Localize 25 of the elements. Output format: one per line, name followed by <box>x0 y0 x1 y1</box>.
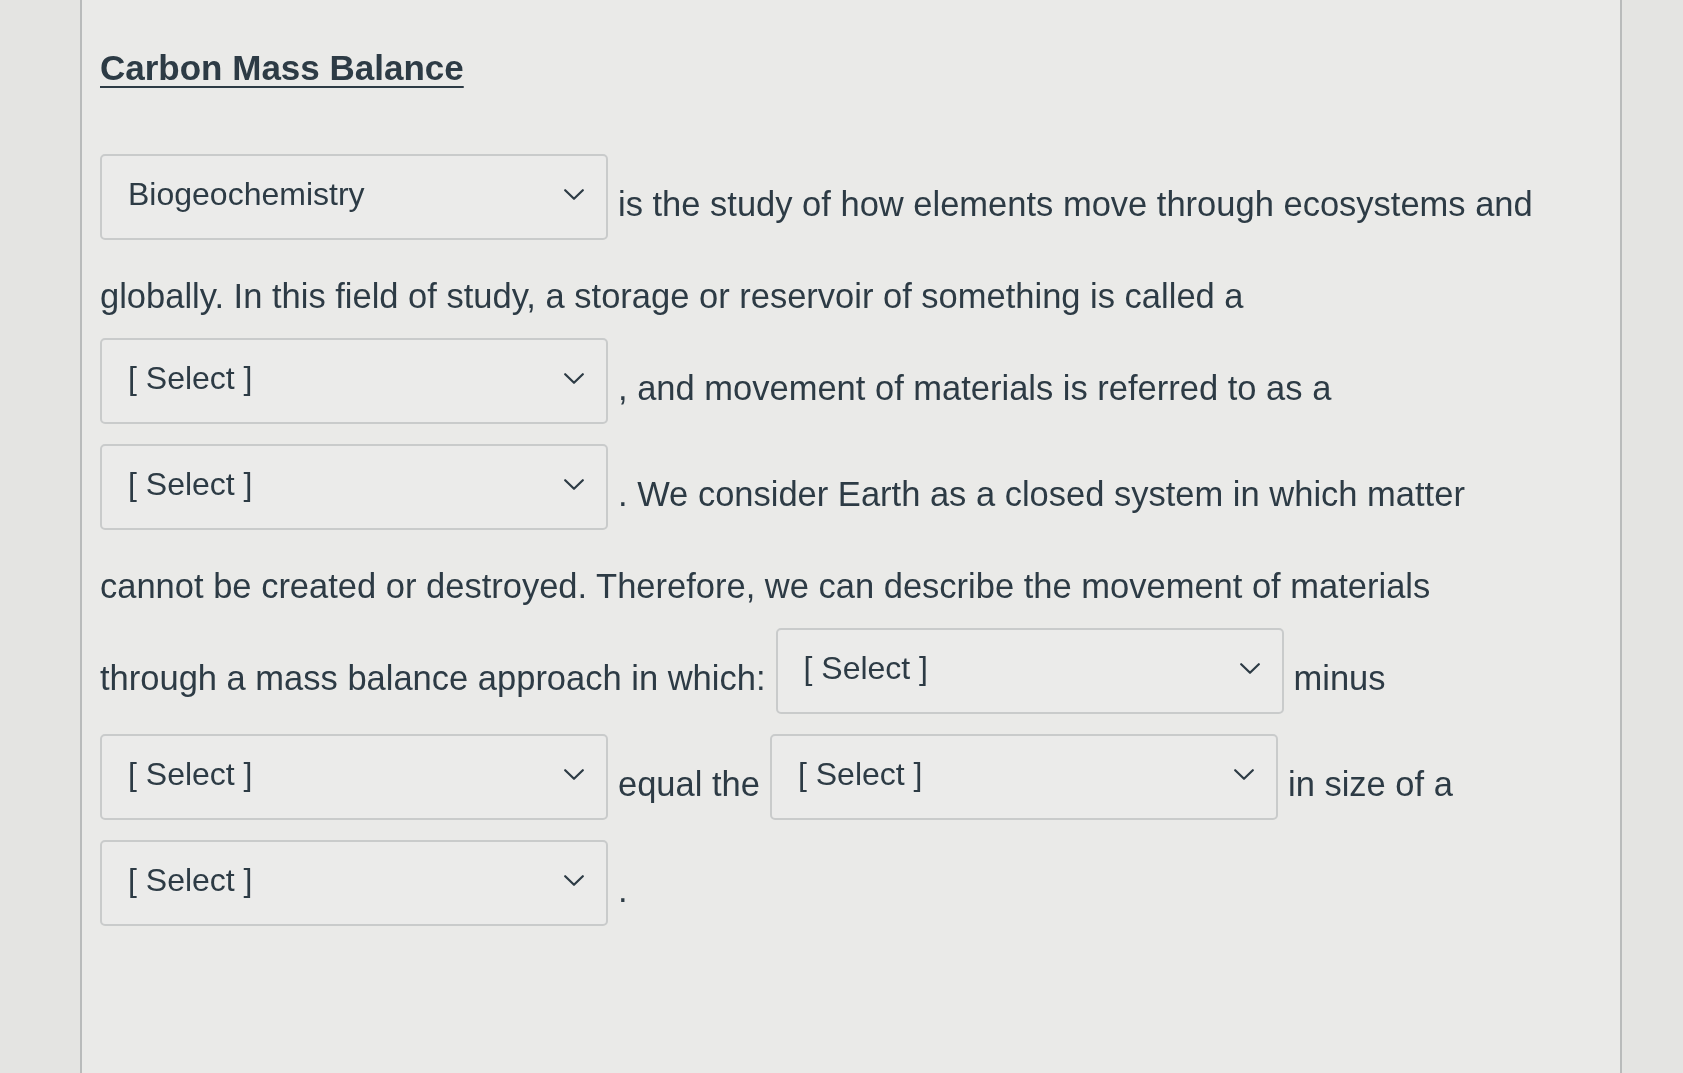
chevron-down-icon <box>564 188 584 200</box>
question-text: globally. In this field of study, a storage or reservoir of something is called a <box>100 276 1244 317</box>
dropdown[interactable]: [ Select ] <box>769 734 1278 820</box>
question-text: . We consider Earth as a closed system in which matter <box>618 474 1465 515</box>
question-title: Carbon Mass Balance <box>100 47 464 89</box>
question-text: , and movement of materials is referred to as a <box>618 368 1332 409</box>
question-text: cannot be created or destroyed. Therefore, we can describe the movement of materials <box>100 566 1431 607</box>
chevron-down-icon <box>564 372 584 384</box>
question-text: equal the <box>618 764 760 805</box>
question-text: in size of a <box>1287 764 1453 805</box>
dropdown[interactable]: [ Select ] <box>100 734 608 820</box>
question-text: minus <box>1293 658 1386 699</box>
chevron-down-icon <box>1233 768 1254 780</box>
chevron-down-icon <box>564 478 584 490</box>
dropdown[interactable]: Biogeochemistry <box>100 154 608 240</box>
dropdown[interactable]: [ Select ] <box>100 840 608 926</box>
dropdown[interactable]: [ Select ] <box>100 338 608 424</box>
question-text: is the study of how elements move through ecosystems and <box>618 184 1533 225</box>
question-text: . <box>618 870 628 911</box>
question-text: through a mass balance approach in which: <box>100 658 766 699</box>
chevron-down-icon <box>564 874 584 886</box>
chevron-down-icon <box>1239 662 1260 674</box>
dropdown[interactable]: [ Select ] <box>100 444 608 530</box>
chevron-down-icon <box>564 768 584 780</box>
dropdown[interactable]: [ Select ] <box>775 628 1284 714</box>
